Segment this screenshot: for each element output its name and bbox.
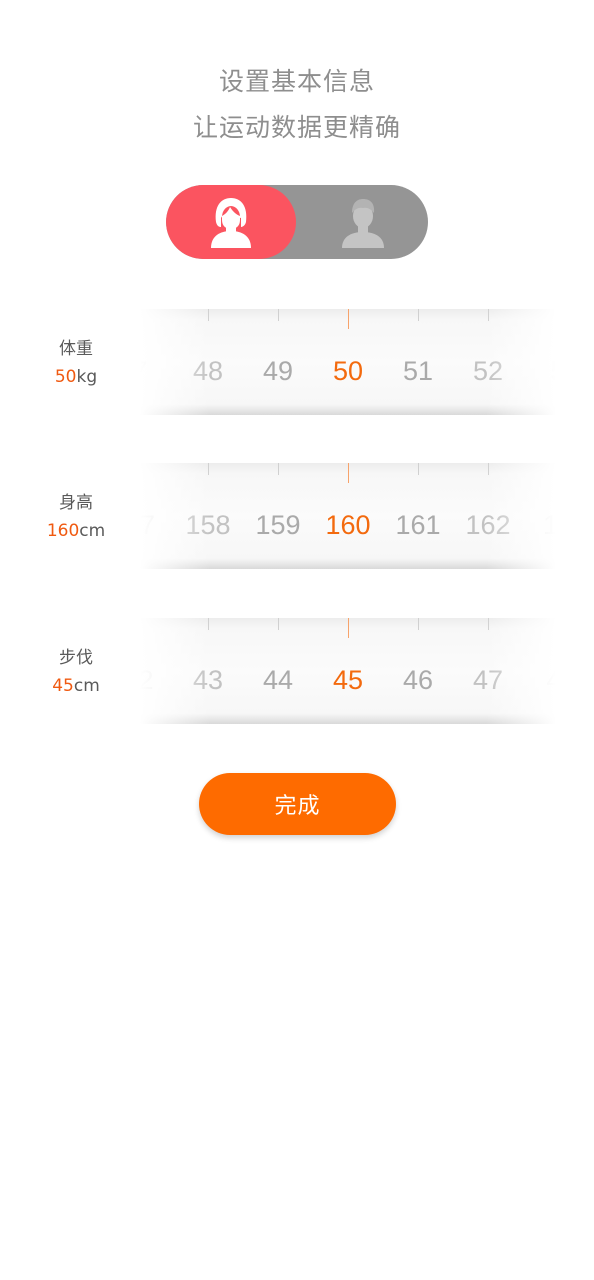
weight-scale-selected: 50: [332, 356, 364, 386]
weight-row: 体重 50kg 7 48 49 50 51 52 5: [0, 309, 594, 415]
weight-scale-value: 7: [140, 355, 175, 387]
weight-unit: kg: [76, 367, 98, 387]
page-subtitle: 让运动数据更精确: [192, 113, 401, 142]
height-scale-value: 16: [542, 510, 556, 540]
height-scale-selected: 160: [325, 510, 371, 540]
height-scale-value: 57: [140, 510, 156, 540]
height-value: 160: [46, 521, 80, 541]
stride-scale-selected: 45: [332, 665, 364, 695]
weight-value: 50: [54, 367, 77, 387]
stride-unit: cm: [73, 676, 100, 696]
stride-ruler[interactable]: 2 43 44 45 46 47 4: [140, 618, 556, 724]
gender-female-option[interactable]: [166, 185, 296, 259]
weight-scale-value: 49: [262, 356, 294, 386]
female-avatar-icon: [211, 198, 251, 248]
stride-row: 步伐 45cm 2 43 44 45 46 47 4: [0, 618, 594, 724]
stride-value: 45: [52, 676, 74, 696]
male-avatar-icon: [341, 199, 384, 248]
stride-label: 步伐: [59, 648, 93, 668]
done-button[interactable]: 完成: [199, 773, 396, 835]
stride-scale-value: 44: [262, 665, 294, 695]
stride-scale-value: 46: [402, 665, 434, 695]
weight-ruler[interactable]: 7 48 49 50 51 52 5: [140, 309, 556, 415]
height-scale-value: 159: [255, 510, 301, 540]
weight-scale-value: 52: [472, 356, 504, 386]
stride-scale-value: 43: [192, 665, 224, 695]
weight-label-block: 体重 50kg: [0, 337, 152, 391]
gender-toggle[interactable]: [166, 185, 428, 259]
height-label-block: 身高 160cm: [0, 491, 152, 545]
weight-label: 体重: [59, 339, 93, 359]
height-label: 身高: [59, 493, 93, 513]
page-title: 设置基本信息: [218, 67, 375, 96]
weight-scale-value: 51: [402, 356, 434, 386]
height-scale-value: 161: [395, 510, 441, 540]
height-unit: cm: [79, 521, 106, 541]
stride-scale-value: 4: [546, 665, 556, 695]
stride-scale-value: 47: [472, 665, 504, 695]
weight-scale-value: 48: [192, 356, 224, 386]
stride-label-block: 步伐 45cm: [0, 646, 152, 700]
gender-male-option[interactable]: [297, 185, 428, 259]
height-row: 身高 160cm 57 158 159 160 161 162 16: [0, 463, 594, 569]
height-ruler[interactable]: 57 158 159 160 161 162 16: [140, 463, 556, 569]
height-scale-value: 162: [465, 510, 511, 540]
weight-scale-value: 5: [523, 355, 556, 387]
height-scale-value: 158: [185, 510, 231, 540]
